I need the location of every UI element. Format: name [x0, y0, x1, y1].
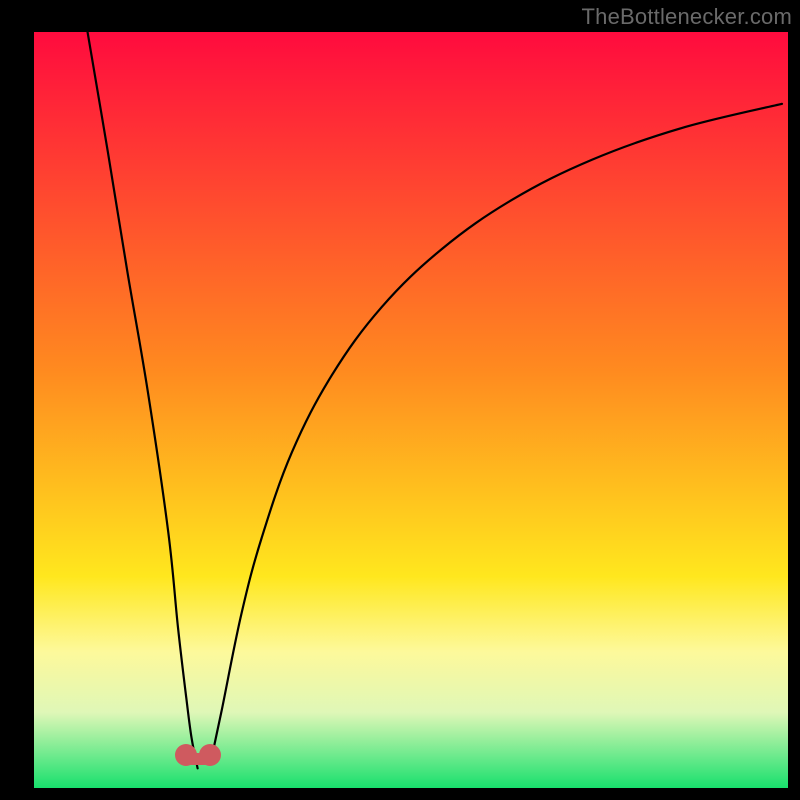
curve-right-branch — [212, 104, 782, 756]
valley-marker-0 — [175, 744, 197, 766]
chart-frame: TheBottlenecker.com — [0, 0, 800, 800]
curve-left-branch — [88, 32, 198, 768]
bottleneck-curve — [34, 32, 788, 788]
valley-marker-1 — [199, 744, 221, 766]
watermark-text: TheBottlenecker.com — [582, 4, 792, 30]
plot-area — [34, 32, 788, 788]
